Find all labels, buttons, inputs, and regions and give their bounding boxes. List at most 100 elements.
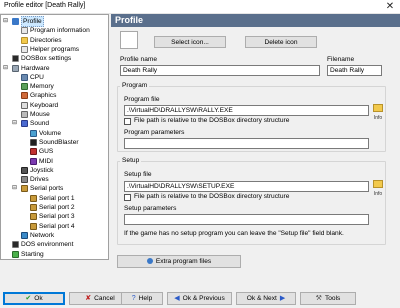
doc-icon bbox=[21, 27, 28, 35]
program-relative-label: File path is relative to the DOSBox dire… bbox=[134, 117, 290, 124]
serial-icon bbox=[30, 213, 37, 221]
doc-icon bbox=[21, 45, 28, 53]
tree-item-label: Drives bbox=[30, 176, 49, 184]
mouse-icon bbox=[21, 111, 28, 118]
tree-item-label: DOS environment bbox=[21, 241, 74, 249]
tree-item-label: Joystick bbox=[30, 166, 54, 174]
tree-item-label: Serial ports bbox=[30, 185, 64, 193]
help-label: Help bbox=[138, 295, 153, 302]
setup-file-label: Setup file bbox=[124, 171, 152, 178]
tools-label: Tools bbox=[324, 295, 341, 302]
tree-item-label: Volume bbox=[39, 129, 61, 137]
gus-icon bbox=[30, 148, 37, 156]
setup-file-field[interactable]: .\VirtualHD\DRALLYSW\SETUP.EXE bbox=[124, 181, 369, 192]
tree-item-label: Directories bbox=[30, 36, 62, 44]
ok-previous-button[interactable]: ◀ Ok & Previous bbox=[167, 292, 232, 305]
close-icon[interactable]: ✕ bbox=[383, 1, 397, 13]
joy-icon bbox=[21, 166, 28, 174]
open-folder-icon[interactable] bbox=[373, 104, 383, 112]
arrow-left-icon: ◀ bbox=[174, 295, 180, 302]
mem-icon bbox=[21, 83, 28, 91]
tree-item-label: Serial port 1 bbox=[39, 194, 75, 202]
program-params-field[interactable] bbox=[124, 138, 369, 149]
sb-icon bbox=[30, 138, 37, 146]
tree-item-label: Graphics bbox=[30, 92, 57, 100]
midi-icon bbox=[30, 157, 37, 165]
tree-item-label: Helper programs bbox=[30, 45, 80, 53]
setup-relative-label: File path is relative to the DOSBox dire… bbox=[134, 193, 290, 200]
tree-item-label: Serial port 4 bbox=[39, 222, 75, 230]
profile-icon-preview bbox=[120, 31, 138, 49]
collapse-icon[interactable]: ⊟ bbox=[12, 120, 19, 127]
kbd-icon bbox=[21, 101, 28, 109]
tree-item-label: Program information bbox=[30, 27, 90, 35]
tools-icon: ⚒ bbox=[315, 295, 322, 302]
setup-relative-checkbox[interactable] bbox=[124, 194, 131, 201]
info-icon[interactable]: Info bbox=[373, 191, 383, 197]
tree-item-label: Serial port 3 bbox=[39, 213, 75, 221]
cpu-icon bbox=[21, 73, 28, 81]
profile-name-label: Profile name bbox=[120, 56, 158, 63]
setup-params-label: Setup parameters bbox=[124, 205, 177, 212]
delete-icon-button[interactable]: Delete icon bbox=[245, 36, 317, 48]
net-icon bbox=[21, 231, 28, 239]
help-button[interactable]: ? Help bbox=[121, 292, 163, 305]
env-icon bbox=[12, 241, 19, 249]
collapse-icon[interactable]: ⊟ bbox=[3, 18, 10, 25]
program-file-label: Program file bbox=[124, 96, 160, 103]
vol-icon bbox=[30, 129, 37, 137]
serial-icon bbox=[30, 204, 37, 211]
setup-params-field[interactable] bbox=[124, 214, 369, 225]
ok-label: Ok bbox=[34, 295, 43, 302]
collapse-icon[interactable]: ⊟ bbox=[3, 65, 10, 72]
open-folder-icon[interactable] bbox=[373, 180, 383, 188]
gfx-icon bbox=[21, 92, 28, 100]
profile-icon bbox=[12, 18, 19, 25]
program-group-title: Program bbox=[120, 82, 150, 90]
window-title: Profile editor [Death Rally] bbox=[4, 2, 86, 9]
program-file-field[interactable]: .\VirtualHD\DRALLYSW\RALLY.EXE bbox=[124, 105, 369, 116]
folder-icon bbox=[21, 36, 28, 44]
tools-button[interactable]: ⚒ Tools bbox=[300, 292, 356, 305]
page-title: Profile bbox=[111, 14, 400, 27]
ok-next-button[interactable]: Ok & Next ▶ bbox=[236, 292, 296, 305]
tree-item-label: DOSBox settings bbox=[21, 55, 72, 63]
program-params-label: Program parameters bbox=[124, 129, 185, 136]
filename-field[interactable]: Death Rally bbox=[327, 65, 382, 76]
check-icon: ✔ bbox=[25, 295, 32, 302]
ok-previous-label: Ok & Previous bbox=[182, 295, 225, 302]
arrow-right-icon: ▶ bbox=[279, 295, 286, 302]
filename-label: Filename bbox=[327, 56, 355, 63]
tree-item-label: CPU bbox=[30, 73, 44, 81]
profile-name-field[interactable]: Death Rally bbox=[120, 65, 320, 76]
program-relative-checkbox[interactable] bbox=[124, 118, 131, 125]
ok-button[interactable]: ✔ Ok bbox=[3, 292, 65, 305]
setup-group-title: Setup bbox=[120, 157, 142, 165]
tree-item-label: GUS bbox=[39, 148, 54, 156]
serial-icon bbox=[21, 185, 28, 193]
title-bar: Profile editor [Death Rally] ✕ bbox=[0, 0, 400, 14]
setup-hint-text: If the game has no setup program you can… bbox=[124, 230, 344, 237]
tree-item-label: Starting bbox=[21, 250, 44, 258]
ok-next-label: Ok & Next bbox=[246, 295, 277, 302]
tree-item-label: Keyboard bbox=[30, 101, 59, 109]
serial-icon bbox=[30, 194, 37, 202]
dosbox-icon bbox=[12, 55, 19, 63]
cancel-label: Cancel bbox=[94, 295, 115, 302]
tree-item-label: Memory bbox=[30, 83, 54, 91]
tree-item-label: MIDI bbox=[39, 157, 53, 165]
collapse-icon[interactable]: ⊟ bbox=[12, 185, 19, 192]
info-icon[interactable]: Info bbox=[373, 115, 383, 121]
tree-item-label: SoundBlaster bbox=[39, 138, 79, 146]
start-icon bbox=[12, 250, 19, 258]
tree-item-label: Mouse bbox=[30, 111, 50, 118]
hw-icon bbox=[12, 64, 19, 72]
tree-item-label: Serial port 2 bbox=[39, 204, 75, 211]
sound-icon bbox=[21, 120, 28, 128]
serial-icon bbox=[30, 222, 37, 230]
extra-program-files-button[interactable]: Extra program files bbox=[117, 255, 241, 268]
select-icon-button[interactable]: Select icon... bbox=[154, 36, 226, 48]
tree-item-label: Hardware bbox=[21, 64, 50, 72]
settings-tree[interactable]: ⊟ Profile Program information Directories He… bbox=[0, 14, 109, 260]
extra-program-files-label: Extra program files bbox=[155, 258, 212, 265]
